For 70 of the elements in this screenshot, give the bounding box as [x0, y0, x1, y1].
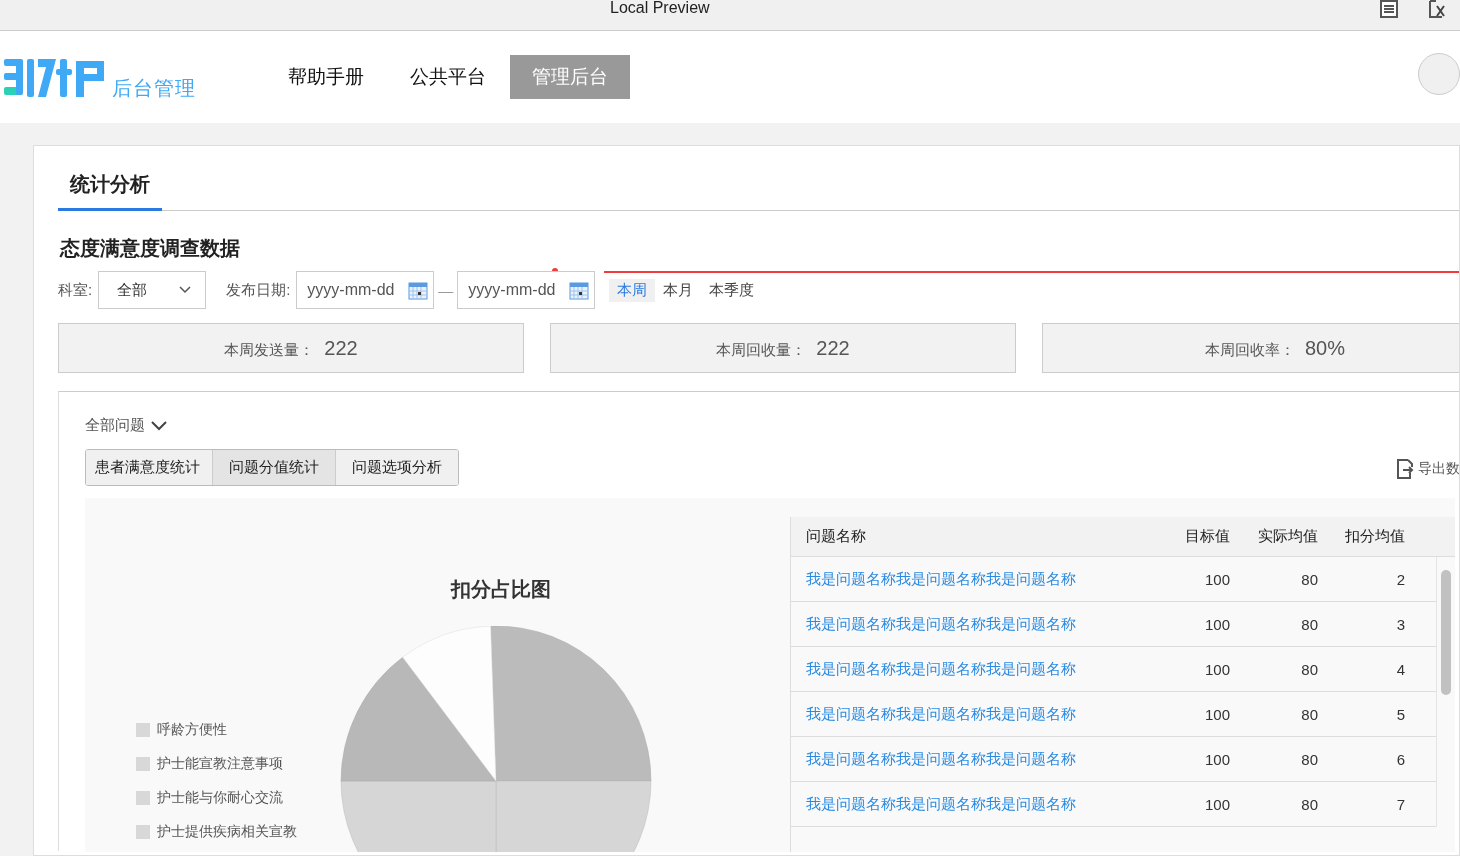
page-tab[interactable]: 统计分析	[58, 171, 162, 211]
column-header: 问题名称	[806, 527, 867, 546]
stat-label: 本周回收率：	[1205, 340, 1295, 360]
legend-label: 护士能宣教注意事项	[157, 755, 283, 773]
question-link[interactable]: 我是问题名称我是问题名称我是问题名称	[806, 704, 1076, 722]
section-title: 态度满意度调查数据	[60, 236, 241, 261]
stat-value: 80%	[1305, 336, 1345, 360]
table-cell-text: 3	[1395, 615, 1405, 633]
column-header: 扣分均值	[1344, 527, 1405, 546]
table-cell-text: 100	[1203, 615, 1230, 633]
chart-title: 扣分占比图	[451, 577, 551, 600]
question-link[interactable]: 我是问题名称我是问题名称我是问题名称	[806, 659, 1076, 677]
stat-value: 222	[324, 336, 358, 360]
export-icon	[1396, 459, 1414, 479]
range-option[interactable]: 本周	[609, 278, 656, 302]
table-cell-text: 100	[1203, 705, 1230, 723]
table-cell-text: 7	[1395, 795, 1405, 813]
end-date-field[interactable]: yyyy-mm-dd	[457, 271, 596, 309]
view-tab[interactable]: 问题选项分析	[335, 450, 458, 485]
view-tab[interactable]: 患者满意度统计	[86, 450, 212, 485]
date-label: 发布日期:	[226, 280, 291, 300]
table-cell-text: 4	[1395, 660, 1405, 678]
table-cell-text: 80	[1300, 570, 1318, 588]
nav-item[interactable]: 帮助手册	[266, 55, 386, 99]
view-tab[interactable]: 问题分值统计	[212, 450, 335, 485]
document-icon[interactable]	[1380, 0, 1398, 18]
question-link[interactable]: 我是问题名称我是问题名称我是问题名称	[806, 794, 1076, 812]
calendar-icon[interactable]	[408, 280, 429, 300]
question-link[interactable]: 我是问题名称我是问题名称我是问题名称	[806, 614, 1076, 632]
export-link[interactable]: 导出数	[1396, 459, 1459, 479]
question-filter[interactable]: 全部问题	[85, 416, 1459, 435]
scrollbar-thumb[interactable]	[1441, 570, 1451, 695]
table-cell-text: 80	[1300, 795, 1318, 813]
start-date-field[interactable]: yyyy-mm-dd	[296, 271, 435, 309]
table-cell-text: 5	[1395, 705, 1405, 723]
table-cell-text: 80	[1300, 750, 1318, 768]
question-link[interactable]: 我是问题名称我是问题名称我是问题名称	[806, 569, 1076, 587]
stat-value: 222	[816, 336, 850, 360]
table-cell-text: 6	[1395, 750, 1405, 768]
legend-swatch	[136, 723, 150, 737]
table-cell-text: 100	[1203, 660, 1230, 678]
nav-item[interactable]: 公共平台	[388, 55, 508, 99]
legend-swatch	[136, 791, 150, 805]
range-option[interactable]: 本月	[655, 278, 702, 302]
table-cell-text: 100	[1203, 795, 1230, 813]
table-cell-text: 100	[1203, 750, 1230, 768]
stat-label: 本周回收量：	[716, 340, 807, 360]
department-label: 科室:	[58, 280, 93, 300]
window-title: Local Preview	[610, 0, 710, 17]
date-separator: —	[438, 281, 454, 299]
stat-label: 本周发送量：	[224, 340, 315, 360]
column-header: 实际均值	[1257, 527, 1318, 546]
chevron-down-icon	[179, 286, 192, 294]
department-select[interactable]: 全部	[98, 271, 207, 309]
legend-label: 护士提供疾病相关宣教	[157, 823, 297, 841]
calendar-icon[interactable]	[569, 280, 590, 300]
legend-swatch	[136, 757, 150, 771]
table-cell-text: 100	[1203, 570, 1230, 588]
question-link[interactable]: 我是问题名称我是问题名称我是问题名称	[806, 749, 1076, 767]
range-option[interactable]: 本季度	[701, 278, 763, 302]
legend-swatch	[136, 825, 150, 839]
table-cell-text: 2	[1395, 570, 1405, 588]
brand-subtitle: 后台管理	[112, 75, 196, 101]
table-cell-text: 80	[1300, 705, 1318, 723]
chevron-down-icon	[151, 420, 167, 431]
legend-label: 护士能与你耐心交流	[157, 789, 283, 807]
legend-label: 呼龄方便性	[157, 721, 227, 739]
table-cell-text: 80	[1300, 615, 1318, 633]
column-header: 目标值	[1184, 527, 1230, 546]
table-cell-text: 80	[1300, 660, 1318, 678]
